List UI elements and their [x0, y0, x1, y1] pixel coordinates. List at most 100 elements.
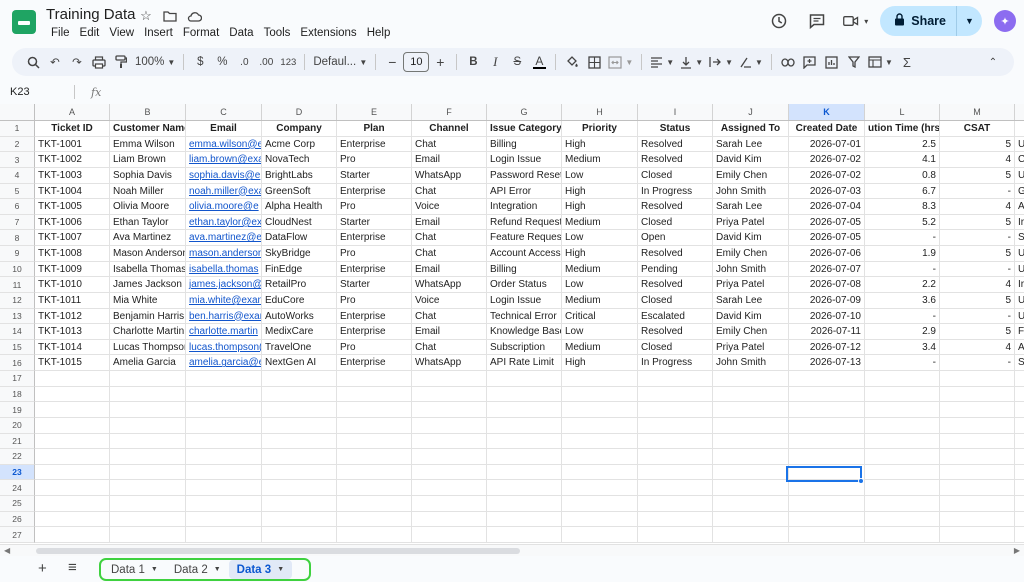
grid-cell[interactable]: [412, 464, 487, 481]
grid-cell[interactable]: Created Date: [789, 121, 865, 137]
grid-cell[interactable]: Issue Category: [487, 121, 562, 137]
grid-cell[interactable]: Resolved: [638, 324, 713, 340]
grid-cell[interactable]: Resolved: [638, 277, 713, 293]
grid-cell[interactable]: Sarah Lee: [713, 136, 789, 153]
grid-cell[interactable]: Open: [638, 230, 713, 246]
column-header[interactable]: G: [487, 104, 562, 120]
grid-cell[interactable]: 2026-07-04: [789, 199, 865, 215]
grid-cell[interactable]: [638, 464, 713, 481]
row-header[interactable]: 7: [0, 214, 35, 231]
insert-comment-icon[interactable]: [799, 50, 821, 74]
grid-cell[interactable]: [110, 402, 186, 418]
grid-cell[interactable]: James Jackson: [110, 277, 186, 293]
grid-cell[interactable]: NextGen AI: [262, 355, 337, 371]
move-folder-icon[interactable]: [162, 8, 178, 24]
grid-cell[interactable]: [35, 386, 110, 403]
grid-cell[interactable]: Enterprise: [337, 261, 412, 278]
grid-cell[interactable]: [562, 386, 638, 403]
grid-cell[interactable]: liam.brown@exa: [186, 152, 262, 168]
grid-cell[interactable]: Priority: [562, 121, 638, 137]
print-icon[interactable]: [88, 50, 110, 74]
grid-cell[interactable]: [110, 386, 186, 403]
grid-cell[interactable]: 2026-07-06: [789, 246, 865, 262]
grid-cell[interactable]: -: [940, 230, 1015, 246]
grid-cell[interactable]: TKT-1015: [35, 355, 110, 371]
grid-cell[interactable]: Emily Chen: [713, 167, 789, 184]
italic-icon[interactable]: I: [484, 50, 506, 74]
grid-cell[interactable]: Sarah Lee: [713, 199, 789, 215]
redo-icon[interactable]: ↷: [66, 50, 88, 74]
grid-cell[interactable]: Chat: [412, 246, 487, 262]
grid-cell[interactable]: 2026-07-05: [789, 214, 865, 231]
grid-cell[interactable]: Chat: [412, 230, 487, 246]
bold-icon[interactable]: B: [462, 50, 484, 74]
grid-cell[interactable]: [35, 527, 110, 543]
grid-cell[interactable]: G: [1015, 184, 1024, 200]
grid-cell[interactable]: [412, 449, 487, 465]
grid-cell[interactable]: [638, 417, 713, 434]
grid-cell[interactable]: A: [1015, 340, 1024, 356]
grid-cell[interactable]: Medium: [562, 214, 638, 231]
grid-cell[interactable]: [337, 433, 412, 450]
grid-cell[interactable]: Chat: [412, 136, 487, 153]
number-format-button[interactable]: 123: [277, 50, 299, 74]
grid-cell[interactable]: [110, 464, 186, 481]
grid-cell[interactable]: Mason Anderson: [110, 246, 186, 262]
grid-cell[interactable]: Mia White: [110, 292, 186, 309]
grid-cell[interactable]: [186, 464, 262, 481]
grid-cell[interactable]: [262, 371, 337, 387]
grid-cell[interactable]: [262, 496, 337, 512]
grid-cell[interactable]: 2026-07-01: [789, 136, 865, 153]
grid-cell[interactable]: [337, 496, 412, 512]
grid-cell[interactable]: BrightLabs: [262, 167, 337, 184]
grid-cell[interactable]: Resolved: [638, 136, 713, 153]
grid-cell[interactable]: [110, 480, 186, 496]
grid-cell[interactable]: [713, 386, 789, 403]
grid-cell[interactable]: [713, 402, 789, 418]
menu-edit[interactable]: Edit: [75, 25, 105, 41]
percent-format-button[interactable]: %: [211, 50, 233, 74]
grid-cell[interactable]: [562, 433, 638, 450]
grid-cell[interactable]: noah.miller@exa: [186, 183, 262, 200]
grid-cell[interactable]: Lucas Thompson: [110, 339, 186, 356]
grid-cell[interactable]: Billing: [487, 136, 562, 153]
grid-cell[interactable]: RetailPro: [262, 277, 337, 293]
grid-cell[interactable]: Order Status: [487, 277, 562, 293]
grid-cell[interactable]: TKT-1012: [35, 308, 110, 325]
grid-cell[interactable]: Pro: [337, 199, 412, 215]
grid-cell[interactable]: Email: [186, 121, 262, 137]
grid-cell[interactable]: [262, 417, 337, 434]
grid-cell[interactable]: Ticket ID: [35, 121, 110, 137]
grid-cell[interactable]: Medium: [562, 152, 638, 168]
grid-cell[interactable]: Emma Wilson: [110, 136, 186, 153]
grid-cell[interactable]: Login Issue: [487, 152, 562, 168]
grid-cell[interactable]: [337, 480, 412, 496]
grid-cell[interactable]: [940, 417, 1015, 434]
font-size-input[interactable]: 10: [403, 52, 430, 72]
grid-cell[interactable]: Starter: [337, 214, 412, 231]
increase-font-size-button[interactable]: +: [429, 50, 451, 74]
grid-cell[interactable]: High: [562, 246, 638, 262]
grid-cell[interactable]: charlotte.martin: [186, 324, 262, 340]
grid-cell[interactable]: Low: [562, 324, 638, 340]
grid-cell[interactable]: [940, 480, 1015, 496]
increase-decimal-button[interactable]: .00: [255, 50, 277, 74]
grid-cell[interactable]: TravelOne: [262, 339, 337, 356]
grid-cell[interactable]: [186, 371, 262, 387]
grid-cell[interactable]: TKT-1004: [35, 183, 110, 200]
grid-cell[interactable]: -: [940, 261, 1015, 278]
grid-cell[interactable]: [186, 527, 262, 543]
grid-cell[interactable]: [487, 449, 562, 465]
cloud-status-icon[interactable]: [186, 8, 202, 24]
row-header[interactable]: 12: [0, 292, 35, 309]
grid-cell[interactable]: S: [1015, 355, 1024, 371]
grid-cell[interactable]: [262, 386, 337, 403]
grid-cell[interactable]: isabella.thomas: [186, 261, 262, 278]
decrease-font-size-button[interactable]: −: [381, 50, 403, 74]
menu-view[interactable]: View: [104, 25, 139, 41]
grid-cell[interactable]: Resolved: [638, 199, 713, 215]
grid-cell[interactable]: lucas.thompson(: [186, 339, 262, 356]
strikethrough-icon[interactable]: S: [506, 50, 528, 74]
grid-cell[interactable]: High: [562, 199, 638, 215]
grid-cell[interactable]: Closed: [638, 292, 713, 309]
